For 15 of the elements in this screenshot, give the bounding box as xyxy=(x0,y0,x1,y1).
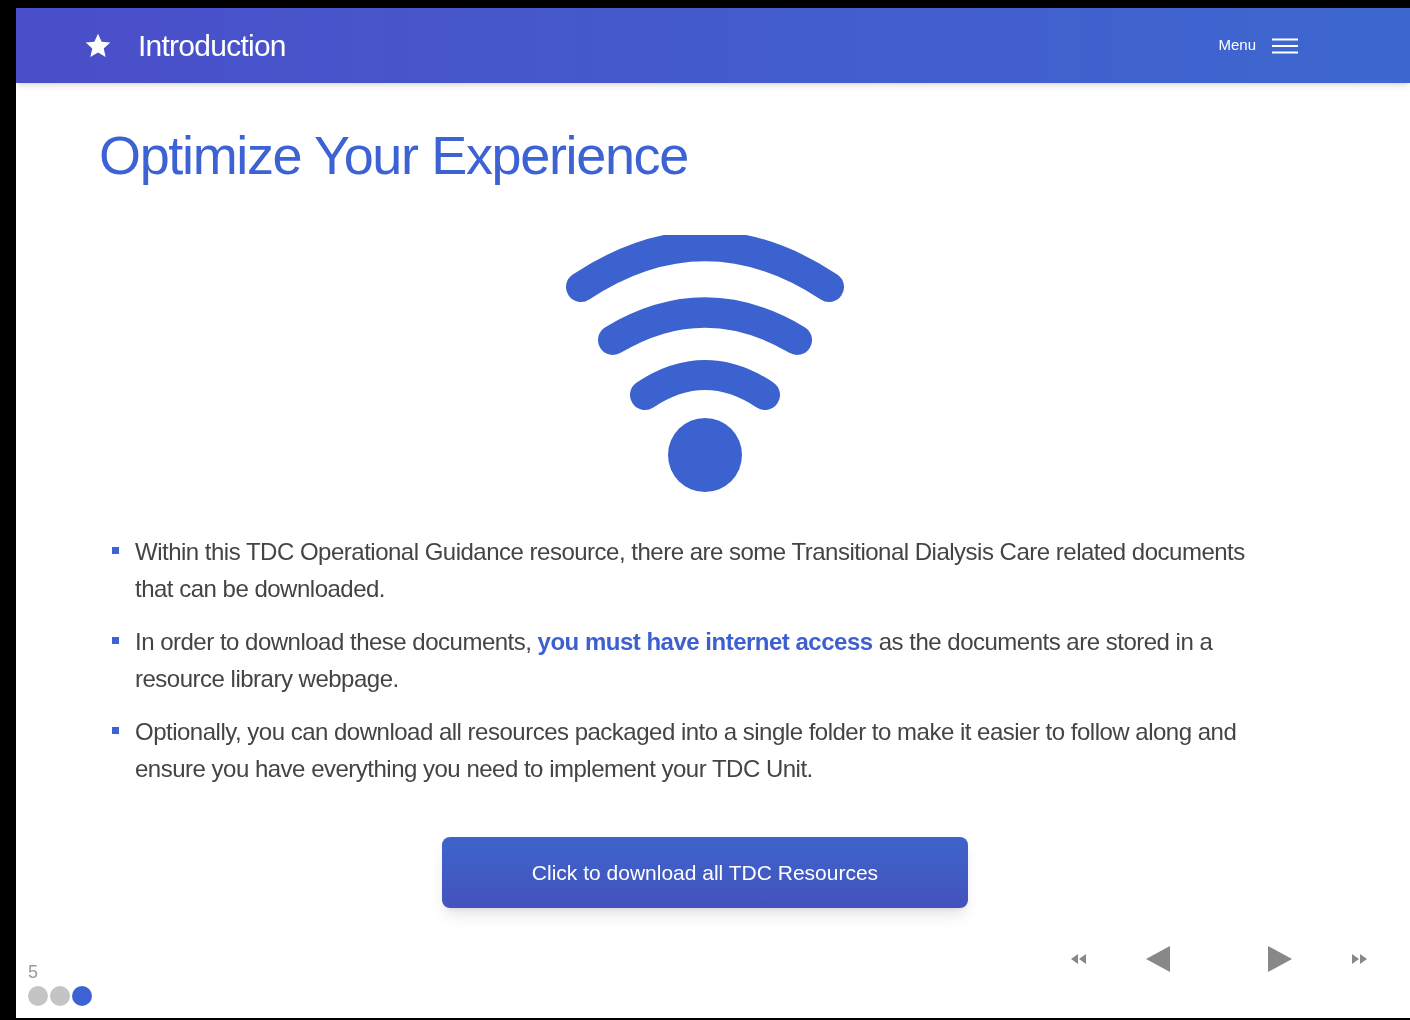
previous-icon xyxy=(1146,946,1170,972)
next-icon xyxy=(1268,946,1292,972)
page-number: 5 xyxy=(28,962,39,982)
page-title: Introduction xyxy=(138,28,286,64)
bullet-icon xyxy=(112,727,119,734)
wifi-icon xyxy=(565,235,845,493)
bullet-icon xyxy=(112,547,119,554)
bullet-text: Optionally, you can download all resources packaged into a single folder to make it easier to follow along and ensure you have everything you need to implement your TDC Unit. xyxy=(135,717,1238,784)
download-button[interactable]: Click to download all TDC Resources xyxy=(442,837,968,908)
menu-icon xyxy=(1272,37,1298,54)
bullet-text: In order to download these documents, you must have internet access as the documents are stored in a resource library webpage. xyxy=(135,627,1214,694)
slide-heading: Optimize Your Experience xyxy=(99,124,689,187)
bullet-icon xyxy=(112,637,119,644)
menu-button[interactable]: Menu xyxy=(1218,34,1298,57)
bullet-text: Within this TDC Operational Guidance resource, there are some Transitional Dialysis Care related documents that can be downloaded. xyxy=(135,537,1246,604)
